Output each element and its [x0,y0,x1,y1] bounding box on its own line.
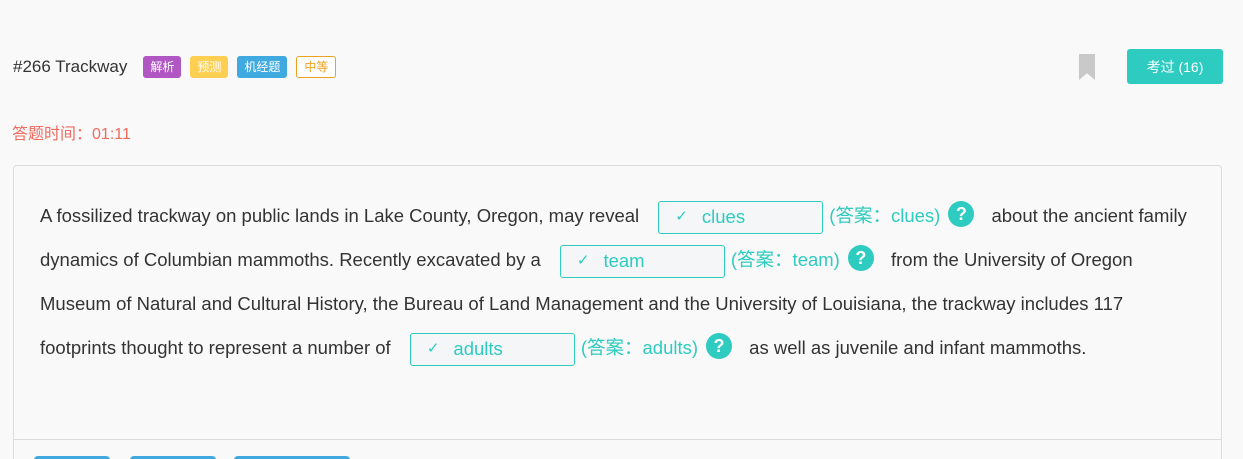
card-divider [14,439,1221,440]
tested-count-button[interactable]: 考过 (16) [1127,49,1223,84]
passage-card: A fossilized trackway on public lands in… [13,165,1222,459]
question-title: #266 Trackway [13,57,128,76]
tag-machine-exam[interactable]: 机经题 [237,56,288,78]
blank-input-3[interactable]: ✓ adults [409,332,575,366]
question-page: #266 Trackway 解析 预测 机经题 中等 考过 (16) 答题时间：… [0,0,1243,459]
answer-hint: (答案：team) [730,249,840,270]
help-icon[interactable]: ? [706,333,733,360]
check-icon: ✓ [675,208,688,226]
help-icon[interactable]: ? [948,201,975,228]
timer-label: 答题时间： [12,126,93,143]
tag-prediction[interactable]: 预测 [190,56,229,78]
answer-hint: (答案：adults) [580,337,699,358]
blank-value: clues [701,206,746,228]
blank-value: team [603,250,645,272]
blank-value: adults [453,338,503,360]
help-icon[interactable]: ? [847,245,874,272]
question-header: #266 Trackway 解析 预测 机经题 中等 [13,53,1223,81]
blank-input-2[interactable]: ✓ team [559,244,725,278]
passage-segment: A fossilized trackway on public lands in… [40,205,640,226]
tag-analysis[interactable]: 解析 [143,56,182,78]
tag-difficulty: 中等 [296,56,337,78]
check-icon: ✓ [576,252,590,270]
blank-input-1[interactable]: ✓ clues [658,200,824,234]
answer-hint: (答案：clues) [829,205,941,226]
passage-segment: as well as juvenile and infant mammoths. [749,337,1087,358]
timer-value: 01:11 [92,126,131,143]
answer-timer: 答题时间：01:11 [12,120,131,144]
passage-text: A fossilized trackway on public lands in… [40,194,1190,370]
check-icon: ✓ [426,340,440,358]
